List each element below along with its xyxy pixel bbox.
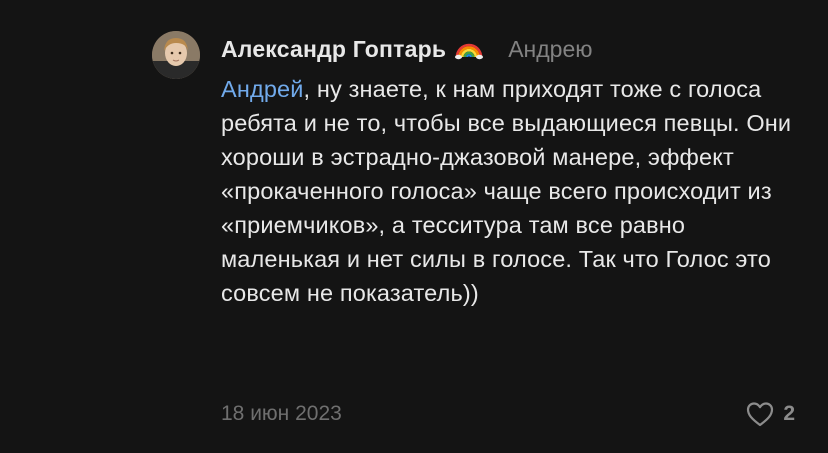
heart-icon <box>745 400 775 428</box>
comment-item: Александр Гоптарь Андрею Андрей, ну знае… <box>0 0 828 453</box>
rainbow-icon <box>454 34 484 60</box>
comment-body: , ну знаете, к нам приходят тоже с голос… <box>221 76 792 306</box>
reply-to-link[interactable]: Андрею <box>508 36 592 63</box>
avatar[interactable] <box>152 31 200 79</box>
comment-date[interactable]: 18 июн 2023 <box>221 402 342 426</box>
like-count: 2 <box>783 402 795 425</box>
author-name[interactable]: Александр Гоптарь <box>221 36 446 63</box>
mention-link[interactable]: Андрей <box>221 76 304 102</box>
comment-text: Андрей, ну знаете, к нам приходят тоже с… <box>221 72 806 310</box>
like-button[interactable]: 2 <box>745 400 795 428</box>
comment-header: Александр Гоптарь Андрею <box>221 33 593 65</box>
avatar-image <box>152 31 200 79</box>
